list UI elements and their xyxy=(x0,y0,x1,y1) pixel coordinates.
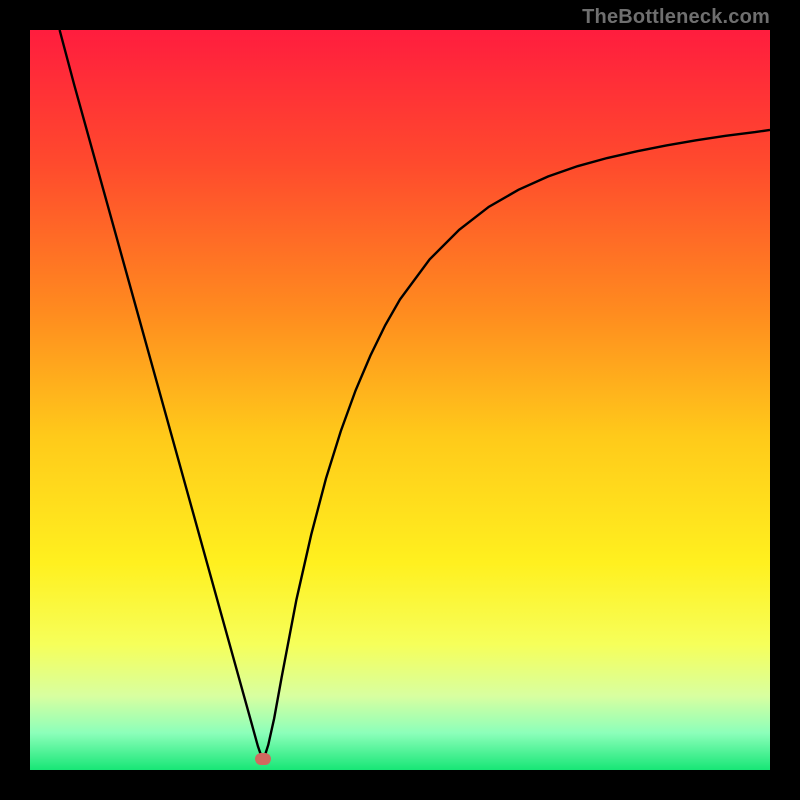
plot-area xyxy=(30,30,770,770)
watermark-text: TheBottleneck.com xyxy=(582,6,770,29)
optimum-marker xyxy=(255,753,271,765)
chart-frame: TheBottleneck.com xyxy=(0,0,800,800)
bottleneck-curve xyxy=(60,30,770,761)
curve-layer xyxy=(30,30,770,770)
